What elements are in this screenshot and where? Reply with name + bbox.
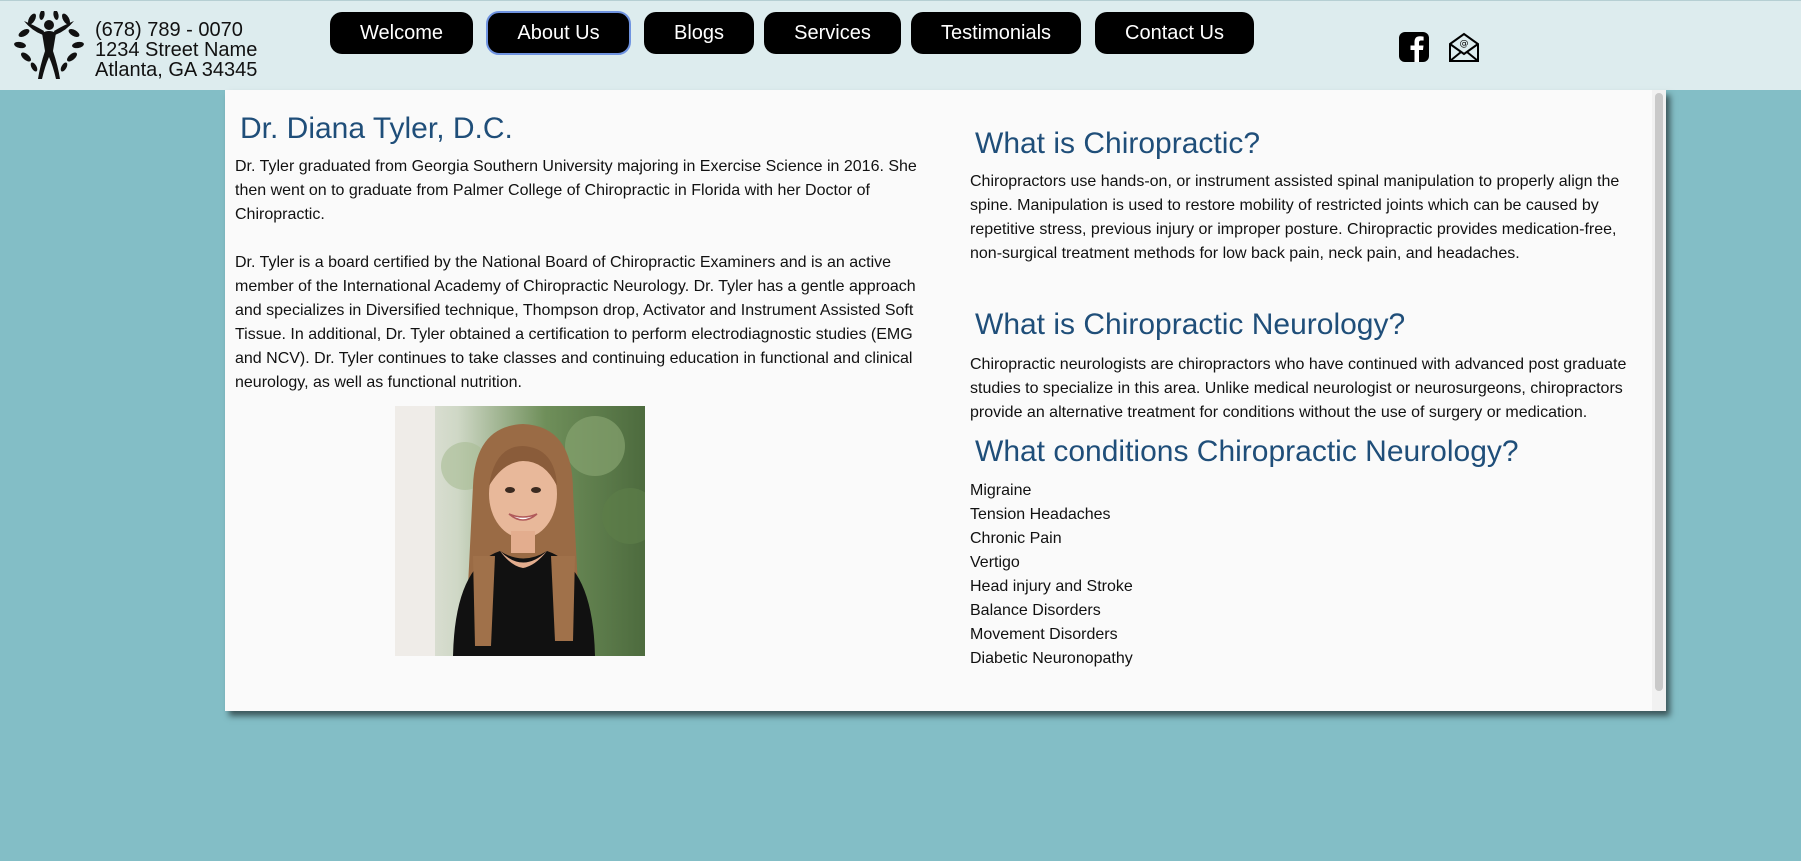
nav-services-button[interactable]: Services: [764, 12, 901, 54]
nav-about-us-button[interactable]: About Us: [486, 11, 631, 55]
condition-item: Tension Headaches: [970, 506, 1111, 523]
bio-paragraph-2: Dr. Tyler is a board certified by the Na…: [235, 254, 916, 391]
condition-item: Diabetic Neuronopathy: [970, 650, 1133, 667]
conditions-list: Migraine Tension Headaches Chronic Pain …: [970, 479, 1133, 671]
phone-number: (678) 789 - 0070: [95, 19, 243, 41]
condition-item: Balance Disorders: [970, 602, 1101, 619]
conditions-heading: What conditions Chiropractic Neurology?: [975, 435, 1519, 468]
svg-text:@: @: [1460, 39, 1469, 49]
nav-testimonials-button[interactable]: Testimonials: [911, 12, 1081, 54]
condition-item: Migraine: [970, 482, 1032, 499]
bio-paragraph-1: Dr. Tyler graduated from Georgia Souther…: [235, 158, 917, 223]
scrollbar[interactable]: [1652, 90, 1666, 711]
contact-info: (678) 789 - 0070 1234 Street Name Atlant…: [95, 20, 257, 80]
street-address: 1234 Street Name: [95, 39, 258, 61]
chiropractic-heading: What is Chiropractic?: [975, 127, 1261, 160]
condition-item: Vertigo: [970, 554, 1020, 571]
chiropractic-neurology-heading: What is Chiropractic Neurology?: [975, 308, 1406, 341]
nav-welcome-button[interactable]: Welcome: [330, 12, 473, 54]
chiropractic-neurology-paragraph: Chiropractic neurologists are chiropract…: [970, 356, 1627, 421]
city-address: Atlanta, GA 34345: [95, 59, 258, 81]
tree-person-logo-icon[interactable]: [12, 11, 86, 81]
facebook-icon[interactable]: [1398, 31, 1430, 63]
scrollbar-thumb[interactable]: [1655, 93, 1663, 691]
site-header: (678) 789 - 0070 1234 Street Name Atlant…: [0, 0, 1801, 90]
doctor-photo: [395, 406, 645, 656]
doctor-name-heading: Dr. Diana Tyler, D.C.: [240, 112, 513, 145]
condition-item: Head injury and Stroke: [970, 578, 1133, 595]
condition-item: Movement Disorders: [970, 626, 1118, 643]
nav-blogs-button[interactable]: Blogs: [644, 12, 754, 54]
nav-contact-us-button[interactable]: Contact Us: [1095, 12, 1254, 54]
condition-item: Chronic Pain: [970, 530, 1062, 547]
email-icon[interactable]: @: [1448, 31, 1480, 63]
chiropractic-paragraph: Chiropractors use hands-on, or instrumen…: [970, 173, 1620, 262]
